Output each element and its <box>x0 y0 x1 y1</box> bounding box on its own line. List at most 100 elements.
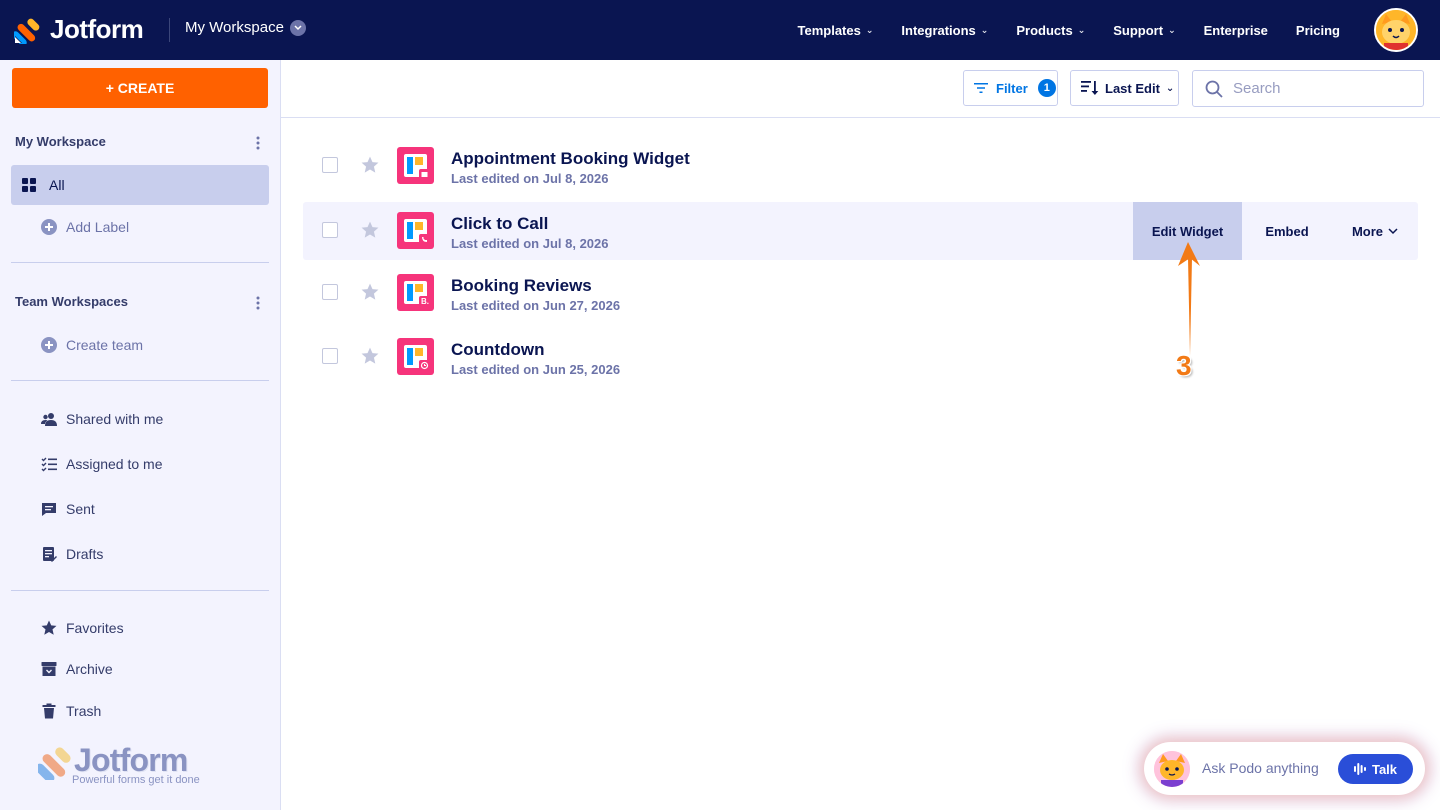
brand-footer-tagline: Powerful forms get it done <box>72 774 200 786</box>
jotform-logo[interactable]: Jotform <box>14 14 144 45</box>
my-workspace-menu-icon[interactable] <box>256 136 260 150</box>
talk-label: Talk <box>1371 761 1398 777</box>
my-workspace-title: My Workspace <box>15 134 106 149</box>
more-label: More <box>1351 223 1384 239</box>
chevron-down-icon <box>1388 227 1398 234</box>
chevron-down-icon <box>289 19 306 36</box>
star-icon[interactable] <box>361 221 379 239</box>
nav-templates-label: Templates <box>797 22 861 38</box>
row-checkbox[interactable] <box>322 348 338 364</box>
podo-assistant[interactable]: Ask Podo anything Talk <box>1144 742 1425 795</box>
widget-last-edited: Last edited on Jun 25, 2026 <box>451 362 621 377</box>
sidebar-item-all[interactable]: All <box>11 165 269 205</box>
sidebar-item-drafts[interactable]: Drafts <box>11 534 269 574</box>
sort-button[interactable]: Last Edit ⌄ <box>1070 70 1179 106</box>
create-button[interactable]: + CREATE <box>12 68 268 108</box>
draft-icon <box>43 547 57 562</box>
sidebar-divider <box>11 380 269 381</box>
annotation-arrow-icon <box>1178 242 1200 356</box>
widget-last-edited: Last edited on Jun 27, 2026 <box>451 298 621 313</box>
widget-app-icon <box>397 212 434 249</box>
nav-links: Templates ⌄ Integrations ⌄ Products ⌄ Suppo… <box>784 0 1355 60</box>
sidebar-item-all-label: All <box>49 177 65 193</box>
podo-avatar <box>1154 751 1190 787</box>
row-checkbox[interactable] <box>322 284 338 300</box>
nav-enterprise-label: Enterprise <box>1203 22 1268 38</box>
sidebar-item-favorites[interactable]: Favorites <box>11 608 269 648</box>
sidebar: + CREATE My Workspace All Add Label Team… <box>0 60 281 810</box>
sidebar-item-archive[interactable]: Archive <box>11 649 269 689</box>
archive-icon <box>41 662 57 676</box>
nav-products[interactable]: Products ⌄ <box>1002 23 1099 38</box>
widget-badge-text: B. <box>421 297 429 306</box>
sidebar-item-assigned[interactable]: Assigned to me <box>11 444 269 484</box>
nav-templates[interactable]: Templates ⌄ <box>784 23 888 38</box>
sidebar-divider <box>11 590 269 591</box>
widget-row[interactable]: Appointment Booking Widget Last edited o… <box>303 137 1418 195</box>
star-icon[interactable] <box>361 283 379 301</box>
sent-label: Sent <box>66 501 95 517</box>
trash-label: Trash <box>66 703 102 719</box>
nav-integrations-label: Integrations <box>901 22 976 38</box>
search-icon <box>1205 80 1223 98</box>
nav-divider <box>169 18 170 42</box>
archive-label: Archive <box>66 661 113 677</box>
widget-title[interactable]: Click to Call <box>451 214 548 234</box>
chevron-down-icon: ⌄ <box>1168 24 1176 35</box>
jotform-logo-icon <box>38 747 71 780</box>
sidebar-divider <box>11 262 269 263</box>
widget-last-edited: Last edited on Jul 8, 2026 <box>451 236 609 251</box>
list-toolbar: Filter 1 Last Edit ⌄ <box>281 60 1440 118</box>
row-checkbox[interactable] <box>322 157 338 173</box>
assigned-label: Assigned to me <box>66 456 163 472</box>
annotation-step-number: 3 <box>1176 350 1192 381</box>
add-label-text: Add Label <box>66 219 130 235</box>
search-box[interactable] <box>1192 70 1424 107</box>
widget-last-edited: Last edited on Jul 8, 2026 <box>451 171 609 186</box>
widget-row[interactable]: B. Booking Reviews Last edited on Jun 27… <box>303 264 1418 322</box>
nav-support[interactable]: Support ⌄ <box>1099 23 1189 38</box>
nav-support-label: Support <box>1113 22 1164 38</box>
chevron-down-icon: ⌄ <box>980 24 989 35</box>
sidebar-item-sent[interactable]: Sent <box>11 489 269 529</box>
podo-cat-icon <box>1154 751 1190 787</box>
plus-circle-icon <box>41 219 57 235</box>
nav-pricing[interactable]: Pricing <box>1282 23 1354 38</box>
filter-count-badge: 1 <box>1037 79 1056 97</box>
sidebar-item-trash[interactable]: Trash <box>11 691 269 731</box>
chevron-down-icon: ⌄ <box>865 24 874 35</box>
more-button[interactable]: More <box>1332 202 1418 260</box>
widget-title[interactable]: Countdown <box>451 340 544 360</box>
widget-row[interactable]: Click to Call Last edited on Jul 8, 2026… <box>303 202 1418 260</box>
favorites-label: Favorites <box>66 620 124 636</box>
widget-title[interactable]: Appointment Booking Widget <box>451 149 690 169</box>
widget-row[interactable]: Countdown Last edited on Jun 25, 2026 <box>303 328 1418 386</box>
filter-button[interactable]: Filter 1 <box>963 70 1058 106</box>
user-avatar[interactable] <box>1374 8 1418 52</box>
sidebar-create-team[interactable]: Create team <box>11 325 269 365</box>
row-checkbox[interactable] <box>322 222 338 238</box>
drafts-label: Drafts <box>66 546 104 562</box>
sidebar-add-label[interactable]: Add Label <box>11 207 269 247</box>
star-icon[interactable] <box>361 347 379 365</box>
search-input[interactable] <box>1233 80 1413 97</box>
grid-icon <box>22 178 36 192</box>
widget-app-icon <box>397 338 434 375</box>
jotform-logo-icon <box>14 18 40 44</box>
embed-button[interactable]: Embed <box>1242 202 1332 260</box>
workspace-switcher[interactable]: My Workspace <box>185 19 306 36</box>
talk-button[interactable]: Talk <box>1338 754 1413 784</box>
widget-title[interactable]: Booking Reviews <box>451 276 592 296</box>
nav-enterprise[interactable]: Enterprise <box>1190 23 1282 38</box>
team-workspaces-menu-icon[interactable] <box>256 296 260 310</box>
sidebar-item-shared[interactable]: Shared with me <box>11 399 269 439</box>
logo-text: Jotform <box>50 14 144 44</box>
checklist-icon <box>41 457 57 472</box>
create-team-label: Create team <box>66 337 144 353</box>
workspace-name-label: My Workspace <box>185 19 284 36</box>
cat-avatar-icon <box>1376 10 1416 50</box>
filter-label: Filter <box>996 80 1028 96</box>
star-icon[interactable] <box>361 156 379 174</box>
audio-wave-icon <box>1353 763 1366 775</box>
nav-integrations[interactable]: Integrations ⌄ <box>887 23 1002 38</box>
